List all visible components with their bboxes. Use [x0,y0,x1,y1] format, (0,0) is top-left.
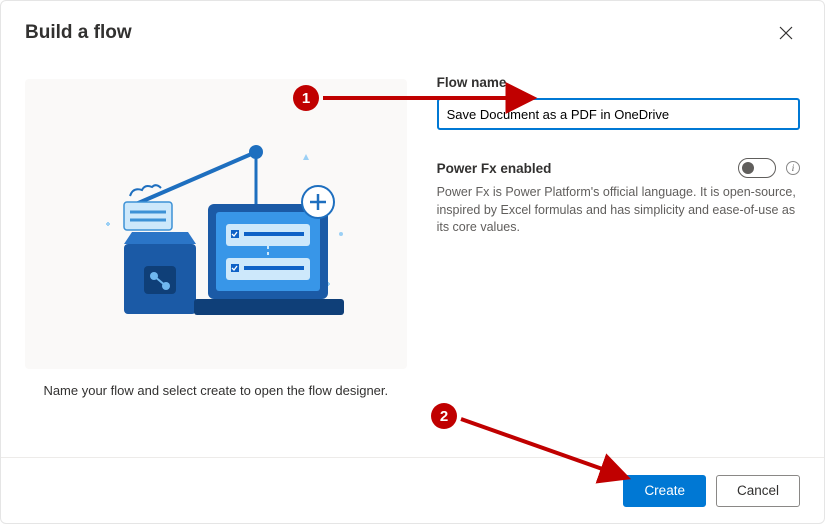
left-pane: Name your flow and select create to open… [25,69,407,457]
illustration-caption: Name your flow and select create to open… [43,383,388,398]
dialog-footer: Create Cancel [1,457,824,523]
flow-illustration-icon [46,104,386,344]
dialog-header: Build a flow [1,1,824,59]
flow-name-input[interactable] [437,98,800,130]
right-pane: Flow name Power Fx enabled i Power Fx is… [437,69,800,457]
dialog-title: Build a flow [25,22,132,44]
build-flow-dialog: Build a flow [0,0,825,524]
illustration [25,79,407,369]
close-icon [779,26,793,40]
flow-name-label: Flow name [437,75,800,90]
close-button[interactable] [772,19,800,47]
powerfx-toggle[interactable] [738,158,776,178]
powerfx-description: Power Fx is Power Platform's official la… [437,184,800,237]
dialog-body: Name your flow and select create to open… [1,59,824,457]
info-icon[interactable]: i [786,161,800,175]
create-button[interactable]: Create [623,475,706,507]
powerfx-label: Power Fx enabled [437,161,738,176]
cancel-button[interactable]: Cancel [716,475,800,507]
powerfx-row: Power Fx enabled i [437,158,800,178]
